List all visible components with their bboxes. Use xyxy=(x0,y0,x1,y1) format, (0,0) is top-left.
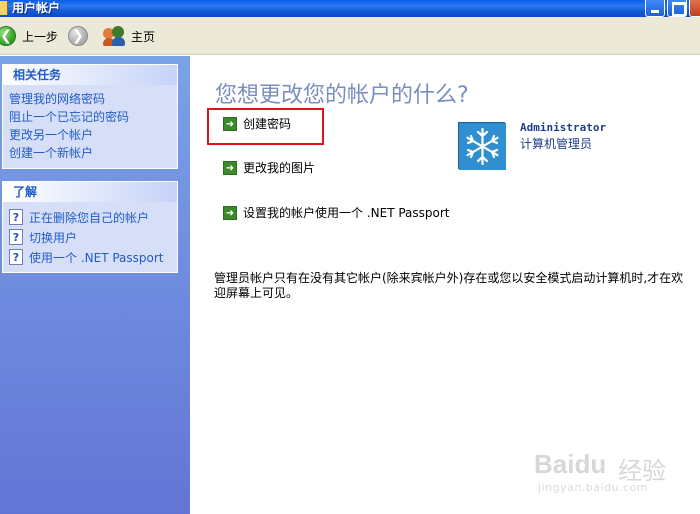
account-name: Administrator xyxy=(520,121,607,134)
back-arrow-icon: ❮ xyxy=(0,26,16,46)
minimize-button[interactable] xyxy=(645,0,665,17)
home-button[interactable]: 主页 xyxy=(103,24,155,48)
snowflake-icon xyxy=(459,123,506,170)
green-arrow-icon: ➜ xyxy=(223,205,237,220)
create-new-account-link[interactable]: 创建一个新帐户 xyxy=(9,144,177,162)
close-button[interactable] xyxy=(689,0,700,17)
help-icon: ? xyxy=(9,229,23,245)
related-tasks-title: 相关任务 xyxy=(3,65,177,85)
task-label: 创建密码 xyxy=(243,117,292,131)
admin-visibility-note: 管理员帐户只有在没有其它帐户(除来宾帐户外)存在或您以安全模式启动计算机时,才在… xyxy=(214,271,684,300)
baidu-jingyan-watermark: Baidu 经验 jingyan.baidu.com xyxy=(534,443,666,499)
green-arrow-icon: ➜ xyxy=(223,116,237,131)
link-label: 正在删除您自己的帐户 xyxy=(29,210,150,225)
link-label: 使用一个 .NET Passport xyxy=(29,250,164,265)
help-icon: ? xyxy=(9,209,23,225)
setup-net-passport-task[interactable]: ➜ 设置我的帐户使用一个 .NET Passport xyxy=(223,204,450,221)
help-icon: ? xyxy=(9,249,23,265)
green-arrow-icon: ➜ xyxy=(223,160,237,175)
user-accounts-icon xyxy=(0,1,8,15)
task-label: 更改我的图片 xyxy=(243,161,316,175)
account-picture xyxy=(458,122,506,170)
account-type: 计算机管理员 xyxy=(520,137,593,151)
link-label: 切换用户 xyxy=(29,230,78,245)
forward-button[interactable]: ❯ xyxy=(68,24,88,48)
page-title: 您想更改您的帐户的什么? xyxy=(215,83,469,108)
window-title: 用户帐户 xyxy=(12,1,61,15)
learn-about-title: 了解 xyxy=(3,182,177,202)
title-bar: 用户帐户 xyxy=(0,0,700,17)
deleting-own-account-link[interactable]: ? 正在删除您自己的帐户 xyxy=(9,207,177,227)
change-another-account-link[interactable]: 更改另一个帐户 xyxy=(9,126,177,144)
watermark-url: jingyan.baidu.com xyxy=(538,481,649,494)
maximize-button[interactable] xyxy=(667,0,687,17)
learn-about-panel: 了解 ? 正在删除您自己的帐户 ? 切换用户 ? 使用一个 .NET Passp… xyxy=(2,181,178,273)
task-pane: 相关任务 管理我的网络密码 阻止一个已忘记的密码 更改另一个帐户 创建一个新帐户… xyxy=(0,56,190,514)
home-label: 主页 xyxy=(131,29,156,44)
switch-user-link[interactable]: ? 切换用户 xyxy=(9,227,177,247)
navigation-toolbar: ❮ 上一步 ❯ 主页 xyxy=(0,17,700,55)
task-label: 设置我的帐户使用一个 .NET Passport xyxy=(243,206,450,220)
manage-network-passwords-link[interactable]: 管理我的网络密码 xyxy=(9,90,177,108)
prevent-forgotten-password-link[interactable]: 阻止一个已忘记的密码 xyxy=(9,108,177,126)
forward-arrow-icon: ❯ xyxy=(68,26,88,46)
change-picture-task[interactable]: ➜ 更改我的图片 xyxy=(223,159,315,176)
watermark-brand: Baidu xyxy=(534,449,607,479)
users-icon xyxy=(103,26,125,46)
use-net-passport-link[interactable]: ? 使用一个 .NET Passport xyxy=(9,247,177,267)
back-label: 上一步 xyxy=(22,29,59,44)
back-button[interactable]: ❮ 上一步 xyxy=(0,24,58,48)
create-password-task[interactable]: ➜ 创建密码 xyxy=(223,115,291,132)
related-tasks-panel: 相关任务 管理我的网络密码 阻止一个已忘记的密码 更改另一个帐户 创建一个新帐户 xyxy=(2,64,178,169)
